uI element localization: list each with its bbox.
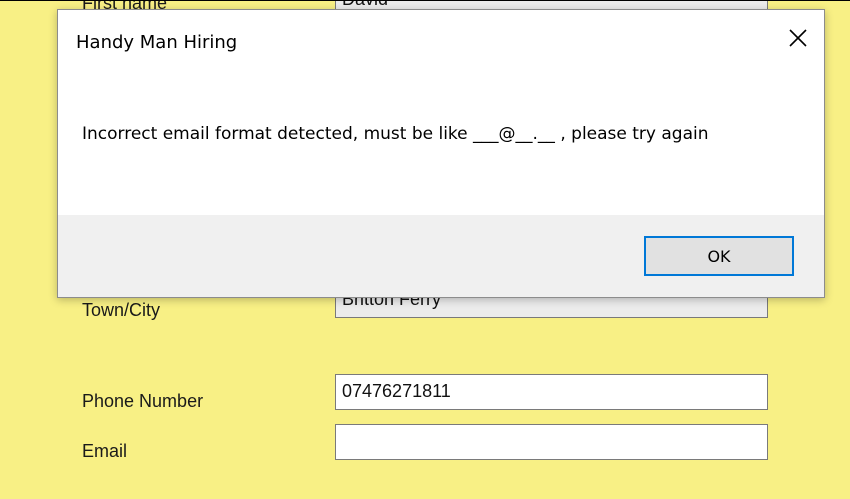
dialog-footer: OK xyxy=(58,215,824,297)
close-button[interactable] xyxy=(780,20,816,56)
town-city-label: Town/City xyxy=(82,300,161,320)
close-icon xyxy=(789,29,807,47)
phone-number-field[interactable]: 07476271811 xyxy=(335,374,768,410)
email-label: Email xyxy=(82,441,128,461)
email-field[interactable] xyxy=(335,424,768,460)
ok-button[interactable]: OK xyxy=(644,236,794,276)
message-dialog: Handy Man Hiring Incorrect email format … xyxy=(57,9,825,298)
phone-number-label: Phone Number xyxy=(82,391,204,411)
top-border xyxy=(0,0,850,1)
dialog-title: Handy Man Hiring xyxy=(76,32,238,53)
dialog-message: Incorrect email format detected, must be… xyxy=(82,124,709,144)
